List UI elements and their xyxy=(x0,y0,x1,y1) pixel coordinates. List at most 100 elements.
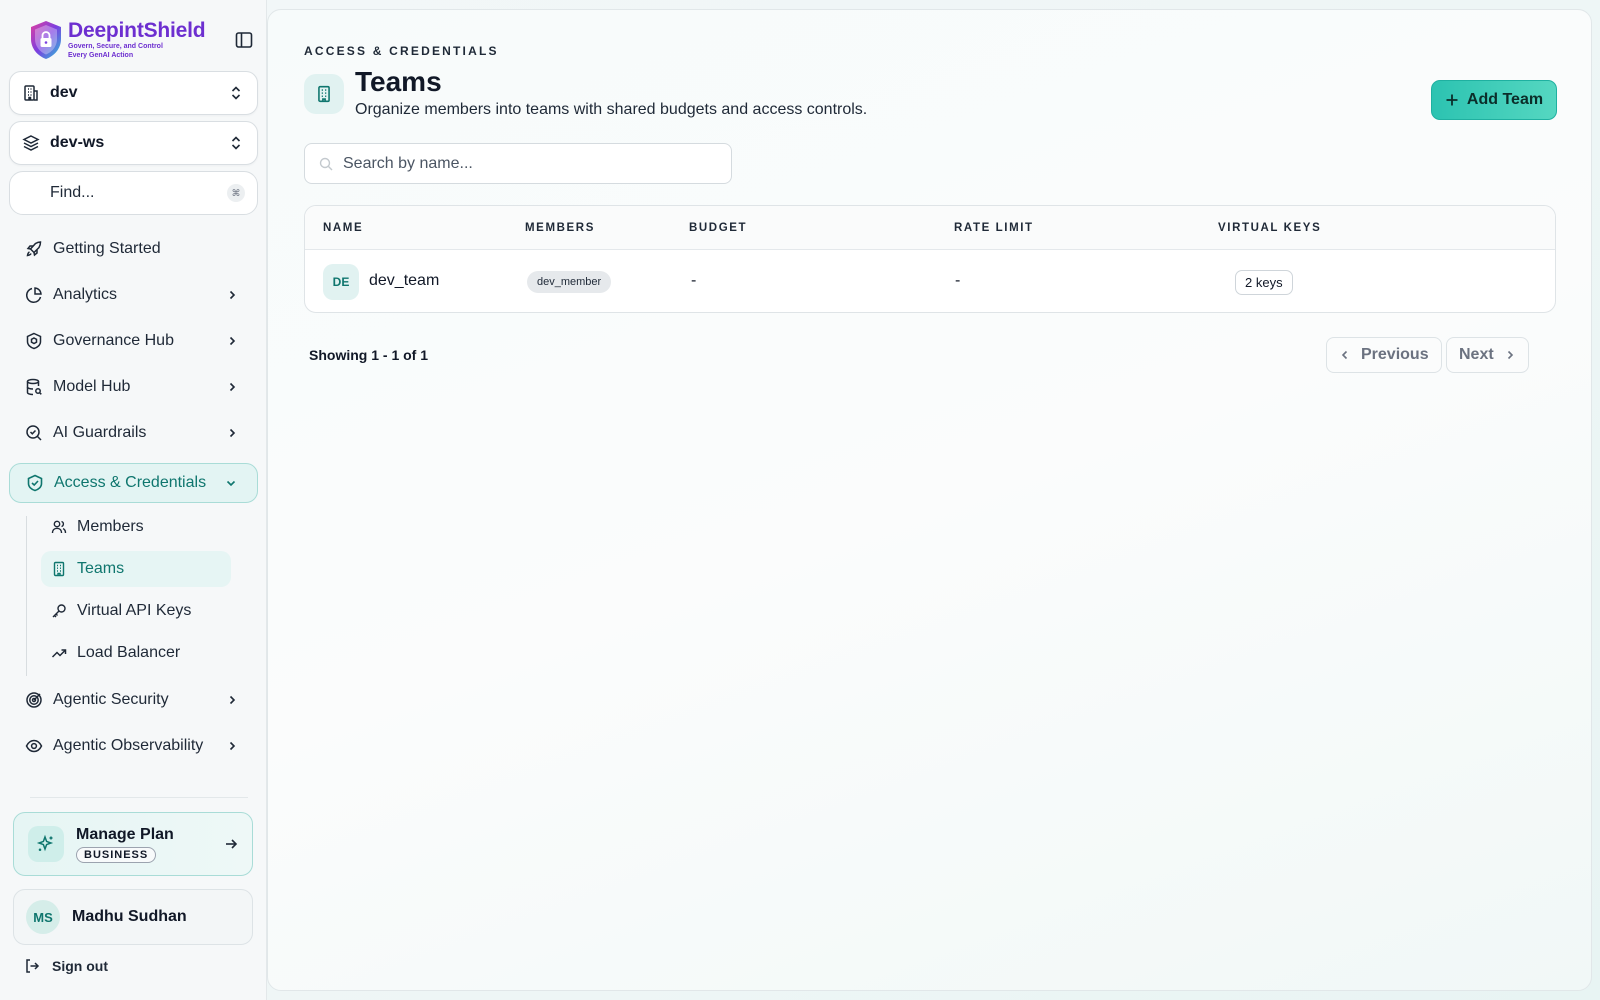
key-icon xyxy=(52,604,66,618)
sidebar-item-label: Load Balancer xyxy=(77,644,181,661)
sidebar-divider xyxy=(30,797,248,798)
search-check-icon xyxy=(26,425,42,441)
virtual-keys-badge[interactable]: 2 keys xyxy=(1235,270,1293,295)
nav-item-label: Access & Credentials xyxy=(54,474,207,491)
sparkles-icon xyxy=(28,826,64,862)
eye-icon xyxy=(25,739,43,753)
org-selector[interactable]: dev xyxy=(9,71,258,115)
sign-out-label: Sign out xyxy=(52,958,108,974)
nav-item-agentic-observability[interactable]: Agentic Observability xyxy=(9,726,258,766)
column-header-virtual-keys[interactable]: VIRTUAL KEYS xyxy=(1218,222,1321,234)
chevron-right-icon xyxy=(229,290,236,300)
breadcrumb: ACCESS & CREDENTIALS xyxy=(304,44,499,58)
chevron-left-icon xyxy=(1341,350,1348,360)
page-title: Teams xyxy=(355,66,442,97)
table-header: NAME MEMBERS BUDGET RATE LIMIT VIRTUAL K… xyxy=(305,206,1555,250)
nav-item-governance-hub[interactable]: Governance Hub xyxy=(9,321,258,361)
org-selector-label: dev xyxy=(50,84,78,101)
nav-item-label: Agentic Security xyxy=(53,691,169,708)
target-icon xyxy=(26,692,42,708)
brand-logo[interactable]: DeepintShield Govern, Secure, and Contro… xyxy=(28,16,258,64)
workspace-selector[interactable]: dev-ws xyxy=(9,121,258,165)
subnav-guide-line xyxy=(26,516,27,676)
sidebar-toggle-button[interactable] xyxy=(234,30,254,50)
team-avatar: DE xyxy=(323,264,359,300)
chevron-right-icon xyxy=(229,428,236,438)
shield-check-icon xyxy=(27,474,43,492)
nav-item-getting-started[interactable]: Getting Started xyxy=(9,229,258,269)
column-header-name[interactable]: NAME xyxy=(323,222,363,234)
nav-item-label: Agentic Observability xyxy=(53,737,204,754)
shield-lock-logo-icon xyxy=(31,21,61,59)
search-box[interactable] xyxy=(304,143,732,184)
sign-out-button[interactable]: Sign out xyxy=(24,956,108,976)
main-panel: ACCESS & CREDENTIALS Teams Organize memb… xyxy=(267,9,1592,991)
sidebar-item-teams[interactable]: Teams xyxy=(41,551,231,587)
sidebar-item-members[interactable]: Members xyxy=(41,509,231,545)
building-icon xyxy=(304,74,344,114)
rate-limit-value: - xyxy=(955,272,961,289)
pie-chart-icon xyxy=(26,287,42,303)
chevron-up-down-icon xyxy=(231,136,241,150)
arrow-right-icon xyxy=(226,839,238,849)
pagination-summary: Showing 1 - 1 of 1 xyxy=(309,347,429,363)
user-profile[interactable]: MS Madhu Sudhan xyxy=(13,889,253,945)
add-team-label: Add Team xyxy=(1466,91,1544,108)
nav-item-label: Getting Started xyxy=(53,240,161,257)
nav-item-label: AI Guardrails xyxy=(53,424,147,441)
budget-value: - xyxy=(691,272,697,289)
nav-item-model-hub[interactable]: Model Hub xyxy=(9,367,258,407)
sidebar-item-label: Virtual API Keys xyxy=(77,602,192,619)
plus-icon xyxy=(1446,94,1458,106)
table-row[interactable]: DE dev_team dev_member - - 2 keys xyxy=(305,250,1555,312)
sidebar: DeepintShield Govern, Secure, and Contro… xyxy=(0,0,267,1000)
find-input[interactable]: Find... ⌘ xyxy=(9,171,258,215)
database-icon xyxy=(26,378,42,396)
rocket-icon xyxy=(26,241,42,257)
building-icon xyxy=(24,85,38,101)
teams-table: NAME MEMBERS BUDGET RATE LIMIT VIRTUAL K… xyxy=(304,205,1556,313)
sidebar-item-load-balancer[interactable]: Load Balancer xyxy=(41,635,231,671)
trending-up-icon xyxy=(51,649,67,658)
plan-tier-badge: BUSINESS xyxy=(76,846,157,863)
brand-name: DeepintShield xyxy=(68,19,206,42)
manage-plan-button[interactable]: Manage Plan BUSINESS xyxy=(13,812,253,876)
nav-item-access-credentials[interactable]: Access & Credentials xyxy=(9,463,258,503)
previous-label: Previous xyxy=(1361,346,1429,363)
chevron-up-down-icon xyxy=(231,86,241,100)
search-icon xyxy=(319,157,333,170)
chevron-right-icon xyxy=(1507,350,1513,360)
nav-item-label: Governance Hub xyxy=(53,332,174,349)
column-header-rate-limit[interactable]: RATE LIMIT xyxy=(954,222,1034,234)
next-label: Next xyxy=(1459,346,1494,363)
chevron-right-icon xyxy=(229,382,236,392)
next-page-button[interactable]: Next xyxy=(1446,337,1529,373)
nav-item-analytics[interactable]: Analytics xyxy=(9,275,258,315)
column-header-members[interactable]: MEMBERS xyxy=(525,222,595,234)
brand-tagline-1: Govern, Secure, and Control xyxy=(68,43,163,50)
nav-item-agentic-security[interactable]: Agentic Security xyxy=(9,680,258,720)
previous-page-button[interactable]: Previous xyxy=(1326,337,1442,373)
users-icon xyxy=(51,520,67,534)
nav-item-ai-guardrails[interactable]: AI Guardrails xyxy=(9,413,258,453)
search-input[interactable] xyxy=(343,154,723,173)
sidebar-item-label: Teams xyxy=(77,560,125,577)
nav-item-label: Analytics xyxy=(53,286,118,303)
user-name: Madhu Sudhan xyxy=(72,908,187,925)
avatar: MS xyxy=(26,900,60,934)
command-key-badge: ⌘ xyxy=(227,184,245,202)
sidebar-item-label: Members xyxy=(77,518,144,535)
add-team-button[interactable]: Add Team xyxy=(1431,80,1557,120)
chevron-down-icon xyxy=(226,480,236,487)
team-name[interactable]: dev_team xyxy=(369,272,439,290)
page-description: Organize members into teams with shared … xyxy=(355,101,868,118)
chevron-right-icon xyxy=(229,741,236,751)
manage-plan-title: Manage Plan xyxy=(76,825,174,843)
sidebar-item-virtual-api-keys[interactable]: Virtual API Keys xyxy=(41,593,231,629)
chevron-right-icon xyxy=(229,336,236,346)
column-header-budget[interactable]: BUDGET xyxy=(689,222,747,234)
brand-tagline-2: Every GenAI Action xyxy=(68,52,134,59)
find-label: Find... xyxy=(50,184,95,201)
log-out-icon xyxy=(26,959,40,973)
layers-icon xyxy=(22,135,40,151)
